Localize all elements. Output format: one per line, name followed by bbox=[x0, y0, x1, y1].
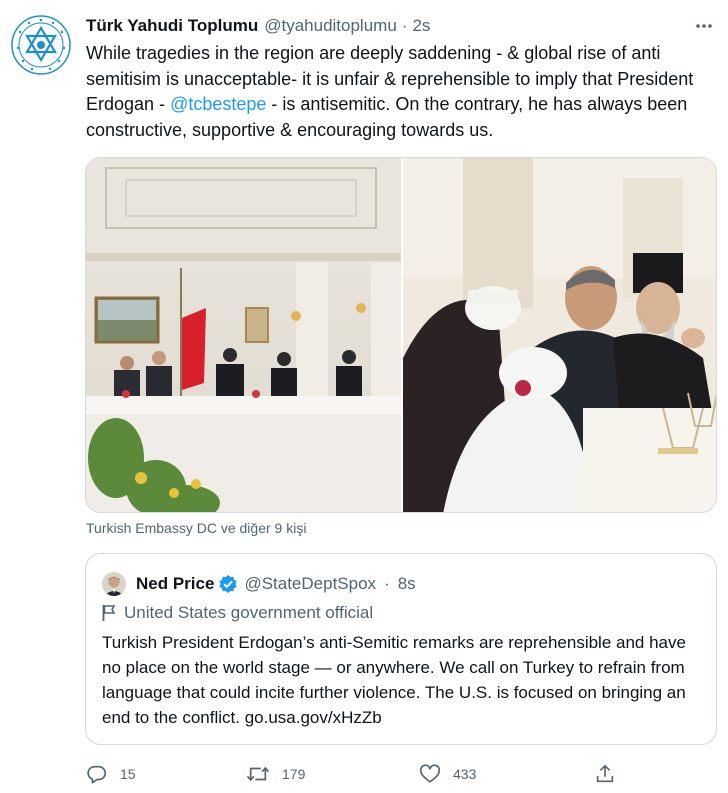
quote-author-handle: @StateDeptSpox bbox=[244, 574, 377, 593]
reply-icon bbox=[87, 765, 107, 784]
share-button[interactable] bbox=[594, 760, 628, 788]
star-of-david-seal-icon bbox=[11, 15, 71, 75]
quote-text: Turkish President Erdogan’s anti-Semitic… bbox=[102, 633, 686, 727]
meeting-room-image bbox=[86, 158, 401, 512]
quote-header: Ned Price @StateDeptSpox · 8s bbox=[102, 570, 416, 598]
separator-dot: · bbox=[384, 574, 390, 593]
reply-button[interactable]: 15 bbox=[86, 760, 136, 788]
verified-badge-icon bbox=[218, 574, 238, 594]
author-handle[interactable]: @tyahuditoplumu bbox=[264, 16, 397, 36]
reply-count: 15 bbox=[120, 766, 136, 782]
tagged-people[interactable]: Turkish Embassy DC ve diğer 9 kişi bbox=[86, 520, 306, 536]
tweet-text: While tragedies in the region are deeply… bbox=[86, 41, 706, 143]
person-avatar-icon bbox=[102, 572, 126, 596]
retweet-count: 179 bbox=[282, 766, 306, 782]
dinner-table-image bbox=[403, 158, 716, 512]
retweet-button[interactable]: 179 bbox=[246, 760, 305, 788]
mention-link[interactable]: @tcbestepe bbox=[170, 94, 266, 114]
author-avatar[interactable] bbox=[10, 14, 72, 76]
share-icon bbox=[596, 764, 614, 783]
media-grid bbox=[85, 157, 717, 513]
tweet-header: Türk Yahudi Toplumu @tyahuditoplumu · 2s bbox=[86, 13, 708, 39]
tweet-time[interactable]: 2s bbox=[412, 16, 430, 36]
like-count: 433 bbox=[453, 766, 477, 782]
more-dots-icon bbox=[696, 24, 712, 28]
photo-meeting-room[interactable] bbox=[86, 158, 401, 512]
like-button[interactable]: 433 bbox=[419, 760, 476, 788]
government-label: United States government official bbox=[102, 602, 373, 624]
heart-icon bbox=[419, 764, 441, 783]
photo-dinner-table[interactable] bbox=[403, 158, 716, 512]
government-label-text: United States government official bbox=[124, 603, 374, 622]
more-options-button[interactable] bbox=[688, 10, 720, 42]
retweet-icon bbox=[246, 766, 270, 782]
tweet-actions: 15 179 433 bbox=[86, 760, 706, 790]
flag-icon bbox=[102, 604, 116, 622]
author-name[interactable]: Türk Yahudi Toplumu bbox=[86, 16, 258, 36]
quote-author-name: Ned Price bbox=[136, 574, 215, 593]
separator-dot: · bbox=[401, 16, 408, 35]
quote-avatar bbox=[102, 572, 126, 596]
quote-tweet[interactable]: Ned Price @StateDeptSpox · 8s United Sta… bbox=[85, 553, 717, 745]
tweet[interactable]: Türk Yahudi Toplumu @tyahuditoplumu · 2s… bbox=[0, 0, 728, 793]
quote-time: 8s bbox=[397, 574, 416, 593]
